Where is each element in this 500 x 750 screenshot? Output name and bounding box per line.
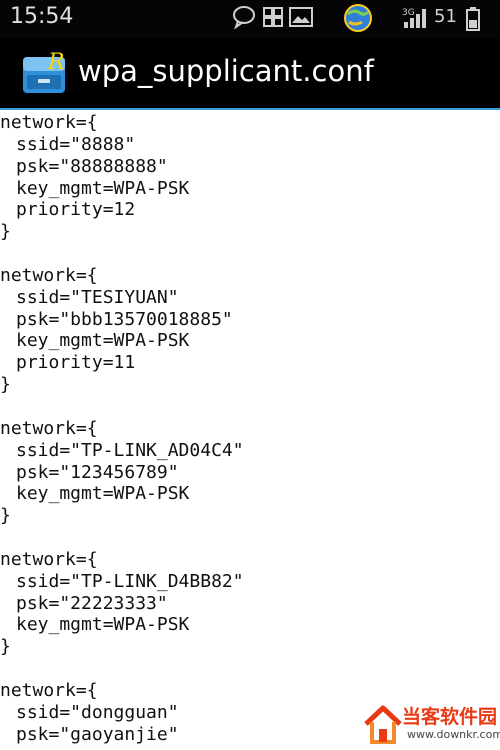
code-line: psk="88888888" [16, 155, 168, 177]
code-line: key_mgmt=WPA-PSK [16, 614, 190, 636]
app-grid-icon [262, 4, 284, 34]
watermark-title: 当客软件园 [402, 706, 498, 728]
code-line: ssid="TESIYUAN" [16, 286, 179, 308]
watermark-url: www.downkr.com [407, 728, 500, 741]
code-line: network={ [0, 548, 98, 570]
code-line: network={ [0, 679, 98, 701]
code-line: ssid="8888" [16, 133, 136, 155]
code-line: key_mgmt=WPA-PSK [16, 483, 190, 505]
code-line: } [0, 505, 11, 527]
code-line: psk="123456789" [16, 461, 179, 483]
code-line: } [0, 221, 11, 243]
house-logo-icon [364, 705, 402, 744]
battery-icon [466, 7, 480, 35]
status-bar: 15:54 3G 51 [0, 0, 500, 38]
code-line: network={ [0, 417, 98, 439]
file-title: wpa_supplicant.conf [78, 54, 374, 88]
code-line: ssid="TP-LINK_AD04C4" [16, 439, 244, 461]
status-time: 15:54 [10, 4, 74, 29]
chat-bubble-icon [232, 4, 256, 34]
code-line: ssid="TP-LINK_D4BB82" [16, 570, 244, 592]
file-content[interactable]: network={ssid="8888" psk="88888888" key_mg… [0, 112, 500, 750]
code-line: key_mgmt=WPA-PSK [16, 330, 190, 352]
code-line: network={ [0, 112, 98, 133]
image-icon [288, 4, 314, 34]
code-line: } [0, 636, 11, 658]
title-bar: R wpa_supplicant.conf [0, 38, 500, 110]
code-line: } [0, 374, 11, 396]
svg-text:R: R [47, 50, 65, 75]
battery-level: 51 [434, 6, 457, 27]
site-watermark: 当客软件园 www.downkr.com [362, 700, 500, 750]
code-line: psk="bbb13570018885" [16, 308, 233, 330]
code-line: priority=12 [16, 199, 136, 221]
sync-globe-icon [340, 1, 376, 39]
file-manager-icon[interactable]: R [20, 49, 70, 97]
signal-3g-icon: 3G [402, 6, 432, 34]
code-line: key_mgmt=WPA-PSK [16, 177, 190, 199]
svg-text:3G: 3G [402, 8, 415, 18]
code-line: psk="22223333" [16, 592, 168, 614]
code-line: network={ [0, 264, 98, 286]
code-line: priority=11 [16, 352, 136, 374]
